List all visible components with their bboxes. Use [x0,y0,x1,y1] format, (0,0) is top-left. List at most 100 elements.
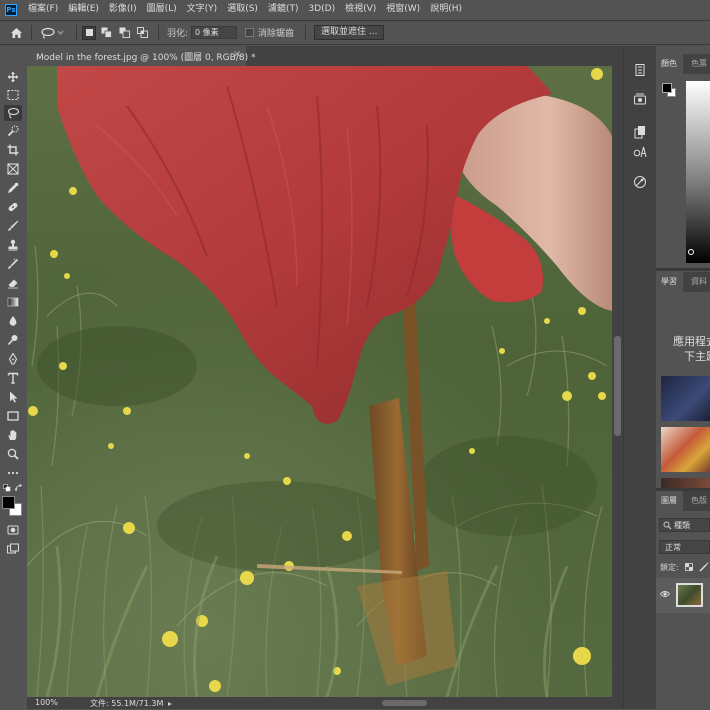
home-icon[interactable] [10,21,23,44]
document-tab-bar: Model in the forest.jpg @ 100% (圖層 0, RG… [27,46,623,66]
vertical-scrollbar[interactable] [612,66,623,697]
search-icon [663,521,672,530]
document-tab-title: Model in the forest.jpg @ 100% (圖層 0, RG… [36,52,256,63]
menu-window[interactable]: 視窗(W) [381,0,425,19]
lasso-tool-icon[interactable] [4,105,22,121]
antialias-checkbox[interactable] [245,21,254,44]
feather-label: 羽化: [167,29,189,39]
blend-mode-select[interactable]: 正常 [659,540,710,554]
tab-swatches[interactable]: 色票 [686,54,707,74]
gradient-tool-icon[interactable] [4,294,22,310]
menu-layer[interactable]: 圖層(L) [142,0,182,19]
document-tab[interactable]: Model in the forest.jpg @ 100% (圖層 0, RG… [27,46,255,66]
history-panel-icon[interactable] [633,63,647,77]
scrollbar-thumb[interactable] [614,336,621,436]
tab-color[interactable]: 顏色 [656,54,683,74]
horizontal-scrollbar-thumb[interactable] [382,700,427,706]
screen-mode-icon[interactable] [4,541,22,557]
color-field[interactable] [686,81,710,263]
intersect-selection-icon[interactable] [137,21,148,44]
subtract-selection-icon[interactable] [119,21,130,44]
antialias-label: 消除鋸齒 [258,29,295,39]
menu-3d[interactable]: 3D(D) [303,0,340,19]
menu-type[interactable]: 文字(Y) [182,0,223,19]
status-menu-arrow-icon[interactable] [167,700,173,706]
history-brush-tool-icon[interactable] [4,256,22,272]
layer-row[interactable] [656,578,710,613]
feather-input[interactable]: 0 像素 [191,26,237,39]
document-size: 文件: 55.1M/71.3M [90,699,164,708]
blur-tool-icon[interactable] [4,313,22,329]
learn-panel-tabs: 學習 資料 [656,272,710,292]
menu-edit[interactable]: 編輯(E) [63,0,104,19]
tab-libraries[interactable]: 資料 [686,272,707,292]
adjustments-panel-icon[interactable] [633,175,647,189]
tutorial-thumbnail-3[interactable] [661,478,710,488]
path-selection-tool-icon[interactable] [4,389,22,405]
menu-select[interactable]: 選取(S) [222,0,263,19]
frame-tool-icon[interactable] [4,161,22,177]
properties-panel-icon[interactable] [633,93,647,107]
menu-view[interactable]: 檢視(V) [340,0,381,19]
blend-mode-value: 正常 [665,543,681,552]
panel-color-swatches[interactable] [662,83,676,97]
tab-layers[interactable]: 圖層 [656,491,683,511]
lock-label: 鎖定: [660,563,679,572]
default-colors-icon[interactable] [3,484,11,492]
lock-pixels-icon[interactable] [699,562,709,572]
tab-learn[interactable]: 學習 [656,272,683,292]
clone-stamp-tool-icon[interactable] [4,237,22,253]
lasso-preset-icon[interactable] [40,21,64,44]
eyedropper-tool-icon[interactable] [4,180,22,196]
crop-tool-icon[interactable] [4,142,22,158]
pen-tool-icon[interactable] [4,351,22,367]
zoom-tool-icon[interactable] [4,446,22,462]
menu-image[interactable]: 影像(I) [104,0,142,19]
layer-filter-label: 種類 [674,521,690,530]
layer-filter-field[interactable]: 種類 [659,518,710,532]
toolbar [0,66,27,563]
photo-canvas-image [27,66,612,697]
learn-heading-line1: 應用程式 [673,335,710,348]
quick-select-tool-icon[interactable] [4,123,22,139]
photoshop-logo: Ps [5,3,17,16]
healing-brush-tool-icon[interactable] [4,199,22,215]
zoom-level[interactable]: 100% [35,698,58,707]
layers-panel-tabs: 圖層 色版 [656,491,710,511]
brush-tool-icon[interactable] [4,218,22,234]
hand-tool-icon[interactable] [4,427,22,443]
rectangle-tool-icon[interactable] [4,408,22,424]
close-tab-icon[interactable]: × [233,49,241,60]
more-tools-icon[interactable] [4,465,22,481]
libraries-panel-icon[interactable] [633,125,647,139]
lock-transparency-icon[interactable] [685,563,693,571]
marquee-tool-icon[interactable] [4,87,22,103]
status-bar: 100% 文件: 55.1M/71.3M [27,697,623,709]
menu-file[interactable]: 檔案(F) [23,0,63,19]
select-and-mask-button[interactable]: 選取並遮住 ... [314,25,385,40]
layer-thumbnail [676,583,703,607]
color-panel-tabs: 顏色 色票 [656,54,710,74]
menu-filter[interactable]: 濾鏡(T) [263,0,304,19]
tutorial-thumbnail-1[interactable] [661,376,710,421]
panel-dock [623,46,656,709]
swap-colors-icon[interactable] [14,483,23,492]
eye-icon[interactable] [659,590,671,598]
foreground-color-swatch[interactable] [2,496,15,509]
character-panel-icon[interactable] [633,145,647,159]
quick-mask-icon[interactable] [4,522,22,538]
move-tool-icon[interactable] [4,69,22,85]
add-selection-icon[interactable] [101,21,112,44]
dodge-tool-icon[interactable] [4,332,22,348]
menu-help[interactable]: 說明(H) [425,0,467,19]
type-tool-icon[interactable] [4,370,22,386]
tutorial-thumbnail-2[interactable] [661,427,710,472]
color-picker-handle[interactable] [688,249,694,255]
learn-heading-line2: 下主題 [684,350,710,363]
eraser-tool-icon[interactable] [4,275,22,291]
menu-bar: Ps 檔案(F) 編輯(E) 影像(I) 圖層(L) 文字(Y) 選取(S) 濾… [0,0,710,19]
tab-channels[interactable]: 色版 [686,491,707,511]
document-canvas[interactable] [27,66,612,697]
options-bar: 羽化: 0 像素 消除鋸齒 選取並遮住 ... [0,20,710,45]
new-selection-icon[interactable] [82,21,96,44]
